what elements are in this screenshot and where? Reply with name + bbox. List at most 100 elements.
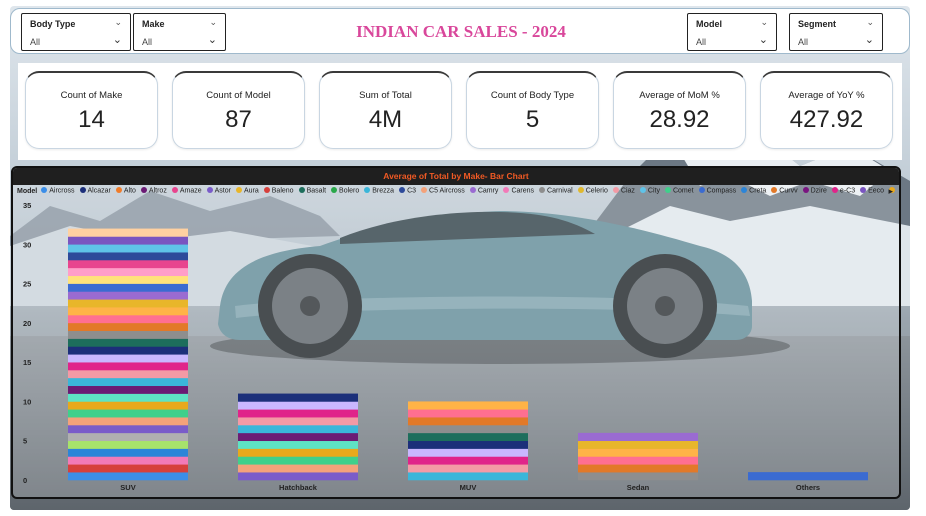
chevron-down-icon[interactable]: ⌄ xyxy=(113,33,122,46)
bar-segment[interactable] xyxy=(578,456,698,465)
bar-segment[interactable] xyxy=(68,440,188,449)
legend-item[interactable]: City xyxy=(639,187,660,195)
bar-segment[interactable] xyxy=(68,322,188,332)
bar-segment[interactable] xyxy=(238,472,358,481)
bar-segment[interactable] xyxy=(68,346,188,355)
legend-item[interactable]: Basalt xyxy=(298,187,326,195)
bar-segment[interactable] xyxy=(578,464,698,473)
chevron-down-icon[interactable]: ⌄ xyxy=(760,17,768,28)
bar-segment[interactable] xyxy=(238,393,358,402)
bar-segment[interactable] xyxy=(68,228,188,237)
bar-segment[interactable] xyxy=(238,448,358,457)
legend-item[interactable]: Carens xyxy=(503,187,534,195)
bar-segment[interactable] xyxy=(408,448,528,457)
legend-item[interactable]: Astor xyxy=(206,187,231,195)
bar-segment[interactable] xyxy=(68,291,188,300)
bar-segment[interactable] xyxy=(578,440,698,449)
bar-segment[interactable] xyxy=(68,401,188,410)
chevron-down-icon[interactable]: ⌄ xyxy=(865,33,874,46)
chevron-down-icon[interactable]: ⌄ xyxy=(866,17,874,28)
bar-segment[interactable] xyxy=(238,425,358,434)
bar-segment[interactable] xyxy=(408,425,528,434)
bar-segment[interactable] xyxy=(68,354,188,363)
bar-segment[interactable] xyxy=(578,448,698,457)
chevron-down-icon[interactable]: ⌄ xyxy=(209,17,217,28)
bar-segment[interactable] xyxy=(68,315,188,324)
bar-chart[interactable]: 0 5 10 15 20 25 30 35 SUV Hatchback MUV Sedan Others xyxy=(13,168,899,497)
legend-item[interactable]: Eeco xyxy=(860,187,884,195)
legend-item[interactable]: Comet xyxy=(664,187,694,195)
bar-segment[interactable] xyxy=(408,440,528,449)
legend-item[interactable]: Compass xyxy=(698,187,736,195)
legend-item[interactable]: Aircross xyxy=(41,187,75,195)
bar-segment[interactable] xyxy=(68,377,188,387)
legend-item[interactable]: Creta xyxy=(741,187,766,195)
bar-segment[interactable] xyxy=(68,432,188,442)
bar-segment[interactable] xyxy=(238,464,358,473)
legend-item[interactable]: Ciaz xyxy=(612,187,635,195)
bar-segment[interactable] xyxy=(408,409,528,418)
bar-segment[interactable] xyxy=(68,417,188,426)
bar-segment[interactable] xyxy=(68,370,188,379)
legend-item[interactable]: Bolero xyxy=(331,187,359,195)
bar-segment[interactable] xyxy=(578,432,698,442)
bar-segment[interactable] xyxy=(68,283,188,292)
bar-segment[interactable] xyxy=(68,252,188,261)
bar-segment[interactable] xyxy=(238,409,358,418)
bar-segment[interactable] xyxy=(68,307,188,316)
chevron-right-icon[interactable]: ▸ xyxy=(888,186,893,197)
bar-segment[interactable] xyxy=(238,456,358,465)
chevron-down-icon[interactable]: ⌄ xyxy=(114,17,122,28)
bar-segment[interactable] xyxy=(68,456,188,465)
bar-segment[interactable] xyxy=(578,472,698,481)
legend-item[interactable]: Baleno xyxy=(263,187,294,195)
bar-segment[interactable] xyxy=(238,401,358,410)
bar-segment[interactable] xyxy=(68,244,188,253)
body-type-slicer[interactable]: Body Type ⌄ All ⌄ xyxy=(21,13,131,51)
bar-segment[interactable] xyxy=(408,432,528,442)
bar-segment[interactable] xyxy=(238,440,358,449)
bar-segment[interactable] xyxy=(408,472,528,481)
legend-item[interactable]: C3 xyxy=(399,187,416,195)
legend-item[interactable]: e-C3 xyxy=(831,187,855,195)
chevron-down-icon[interactable]: ⌄ xyxy=(208,33,217,46)
legend-item[interactable]: Curvv xyxy=(771,187,798,195)
legend-item[interactable]: Celerio xyxy=(577,187,608,195)
legend-item[interactable]: Aura xyxy=(235,187,259,195)
legend-item[interactable]: Alto xyxy=(115,187,136,195)
bar-segment[interactable] xyxy=(68,385,188,394)
legend-item[interactable]: Brezza xyxy=(364,187,394,195)
bar-segment[interactable] xyxy=(68,267,188,277)
bar-segment[interactable] xyxy=(68,425,188,434)
bar-segment[interactable] xyxy=(748,472,868,481)
bar-segment[interactable] xyxy=(68,236,188,245)
bar-chart-panel[interactable]: 0 5 10 15 20 25 30 35 SUV Hatchback MUV Sedan Others… xyxy=(11,166,901,499)
legend-item[interactable]: Camry xyxy=(469,187,498,195)
bar-segment[interactable] xyxy=(68,275,188,284)
model-slicer[interactable]: Model ⌄ All ⌄ xyxy=(687,13,777,51)
bar-segment[interactable] xyxy=(68,393,188,402)
bar-segment[interactable] xyxy=(68,409,188,418)
legend-item[interactable]: Carnival xyxy=(539,187,573,195)
bar-segment[interactable] xyxy=(68,260,188,269)
legend-item[interactable]: Dzire xyxy=(802,187,827,195)
bar-segment[interactable] xyxy=(408,417,528,426)
bar-segment[interactable] xyxy=(408,401,528,410)
chevron-down-icon[interactable]: ⌄ xyxy=(759,33,768,46)
legend-item[interactable]: Altroz xyxy=(140,187,167,195)
bar-segment[interactable] xyxy=(68,338,188,347)
bar-segment[interactable] xyxy=(408,456,528,465)
segment-slicer[interactable]: Segment ⌄ All ⌄ xyxy=(789,13,883,51)
bar-segment[interactable] xyxy=(68,299,188,308)
legend-item[interactable]: Amaze xyxy=(171,187,202,195)
legend-item[interactable]: Alcazar xyxy=(79,187,111,195)
make-slicer[interactable]: Make ⌄ All ⌄ xyxy=(133,13,226,51)
legend-item[interactable]: C5 Aircross xyxy=(421,187,465,195)
bar-segment[interactable] xyxy=(408,464,528,473)
bar-segment[interactable] xyxy=(68,448,188,457)
bar-segment[interactable] xyxy=(238,417,358,426)
bar-segment[interactable] xyxy=(68,330,188,339)
bar-segment[interactable] xyxy=(68,362,188,371)
bar-segment[interactable] xyxy=(68,472,188,481)
bar-segment[interactable] xyxy=(68,464,188,473)
